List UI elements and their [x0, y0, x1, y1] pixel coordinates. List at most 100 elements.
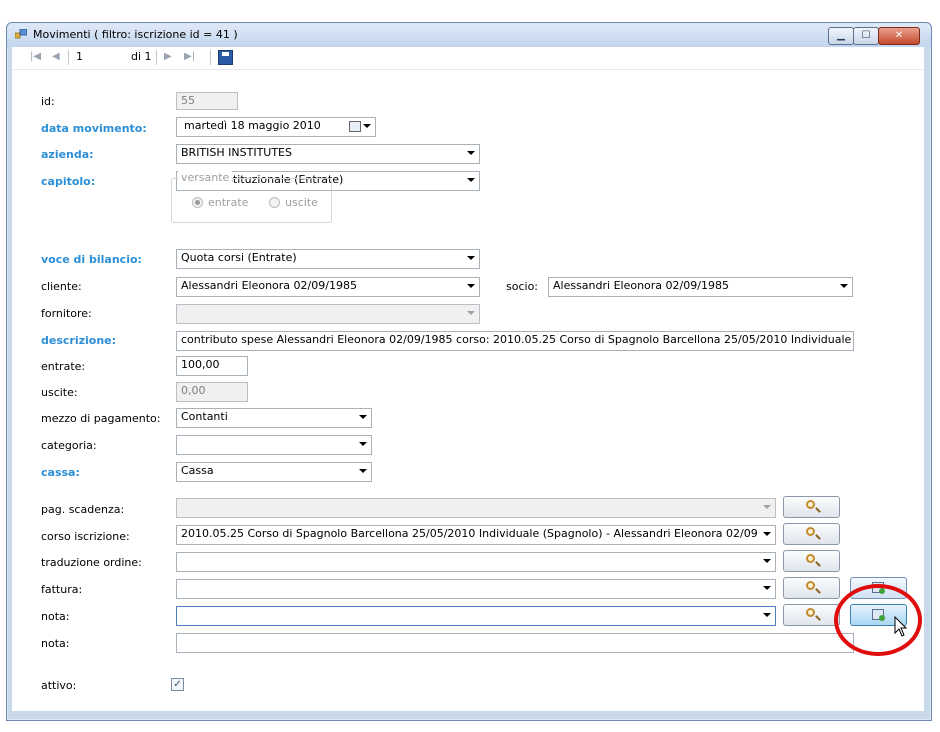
close-icon: ✕ — [894, 30, 904, 41]
maximize-button[interactable]: ☐ — [853, 27, 879, 45]
title-bar[interactable]: Movimenti ( filtro: iscrizione id = 41 )… — [7, 23, 931, 47]
uscite-input: 0,00 — [176, 382, 248, 402]
mezzo-di-pagamento-select[interactable]: Contanti — [176, 408, 372, 428]
descrizione-label: descrizione: — [41, 334, 117, 347]
traduzione-ordine-label: traduzione ordine: — [41, 556, 142, 569]
navigator-toolbar: |◀ ◀ 1 di 1 ▶ ▶| — [12, 47, 924, 70]
voce-di-bilancio-select[interactable]: Quota corsi (Entrate) — [176, 249, 480, 269]
chevron-down-icon — [840, 284, 848, 288]
calendar-icon — [349, 121, 361, 132]
chevron-down-icon — [763, 586, 771, 590]
mezzo-di-pagamento-label: mezzo di pagamento: — [41, 412, 161, 425]
azienda-select[interactable]: BRITISH INSTITUTES — [176, 144, 480, 164]
chevron-down-icon — [359, 415, 367, 419]
cassa-label: cassa: — [41, 466, 80, 479]
entrate-label: entrate: — [41, 360, 86, 373]
record-count-label: di 1 — [131, 50, 152, 63]
data-movimento-value: martedì 18 maggio 2010 — [184, 119, 321, 132]
cliente-value: Alessandri Eleonora 02/09/1985 — [181, 279, 357, 292]
search-icon — [806, 500, 815, 509]
window-title: Movimenti ( filtro: iscrizione id = 41 ) — [33, 28, 238, 41]
search-icon — [806, 608, 815, 617]
nota-label: nota: — [41, 610, 70, 623]
position-input[interactable]: 1 — [72, 49, 124, 65]
highlight-circle — [834, 584, 922, 656]
capitolo-label: capitolo: — [41, 175, 96, 188]
close-button[interactable]: ✕ — [878, 27, 920, 45]
azienda-label: azienda: — [41, 148, 94, 161]
entrate-input[interactable]: 100,00 — [176, 356, 248, 376]
radio-uscite[interactable] — [269, 197, 280, 208]
nota-text-label: nota: — [41, 637, 70, 650]
radio-entrate[interactable] — [192, 197, 203, 208]
socio-label: socio: — [506, 280, 539, 293]
search-icon — [806, 527, 815, 536]
cliente-select[interactable]: Alessandri Eleonora 02/09/1985 — [176, 277, 480, 297]
chevron-down-icon — [763, 613, 771, 617]
id-label: id: — [41, 95, 55, 108]
minimize-icon: ▁ — [837, 30, 845, 41]
chevron-down-icon — [467, 311, 475, 315]
traduzione-ordine-select[interactable] — [176, 552, 776, 572]
toolbar-separator — [68, 50, 69, 65]
chevron-down-icon — [763, 532, 771, 536]
pag-scadenza-search-button[interactable] — [783, 496, 840, 518]
nota-search-button[interactable] — [783, 604, 840, 626]
move-first-icon[interactable]: |◀ — [30, 51, 41, 62]
chevron-down-icon — [763, 505, 771, 509]
save-icon[interactable] — [218, 50, 233, 65]
move-previous-icon[interactable]: ◀ — [52, 51, 60, 62]
corso-iscrizione-label: corso iscrizione: — [41, 530, 130, 543]
chevron-down-icon — [359, 469, 367, 473]
nota-text-input[interactable] — [176, 633, 854, 653]
cassa-value: Cassa — [181, 464, 214, 477]
chevron-down-icon — [467, 151, 475, 155]
move-next-icon[interactable]: ▶ — [164, 51, 172, 62]
fattura-search-button[interactable] — [783, 577, 840, 599]
chevron-down-icon — [467, 178, 475, 182]
data-movimento-picker[interactable]: martedì 18 maggio 2010 — [176, 117, 376, 137]
descrizione-input[interactable]: contributo spese Alessandri Eleonora 02/… — [176, 331, 854, 351]
socio-select[interactable]: Alessandri Eleonora 02/09/1985 — [548, 277, 853, 297]
corso-iscrizione-select[interactable]: 2010.05.25 Corso di Spagnolo Barcellona … — [176, 525, 776, 545]
move-last-icon[interactable]: ▶| — [184, 51, 195, 62]
versante-title: versante — [178, 171, 233, 184]
fornitore-label: fornitore: — [41, 307, 92, 320]
uscite-label: uscite: — [41, 386, 78, 399]
chevron-down-icon — [363, 124, 371, 128]
data-movimento-label: data movimento: — [41, 122, 147, 135]
chevron-down-icon — [467, 284, 475, 288]
voce-di-bilancio-value: Quota corsi (Entrate) — [181, 251, 297, 264]
fornitore-select — [176, 304, 480, 324]
maximize-icon: ☐ — [861, 30, 871, 41]
minimize-button[interactable]: ▁ — [828, 27, 854, 45]
fattura-label: fattura: — [41, 583, 83, 596]
corso-iscrizione-value: 2010.05.25 Corso di Spagnolo Barcellona … — [181, 527, 757, 540]
attivo-label: attivo: — [41, 679, 77, 692]
id-field: 55 — [176, 92, 238, 110]
azienda-value: BRITISH INSTITUTES — [181, 146, 292, 159]
categoria-label: categoria: — [41, 439, 97, 452]
radio-uscite-label: uscite — [285, 196, 318, 209]
attivo-checkbox[interactable]: ✓ — [171, 678, 184, 691]
radio-entrate-label: entrate — [208, 196, 249, 209]
versante-groupbox: versante entrate uscite — [171, 171, 332, 223]
cassa-select[interactable]: Cassa — [176, 462, 372, 482]
mezzo-di-pagamento-value: Contanti — [181, 410, 228, 423]
fattura-select[interactable] — [176, 579, 776, 599]
chevron-down-icon — [359, 442, 367, 446]
voce-di-bilancio-label: voce di bilancio: — [41, 253, 142, 266]
nota-select[interactable] — [176, 606, 776, 626]
socio-value: Alessandri Eleonora 02/09/1985 — [553, 279, 729, 292]
corso-iscrizione-search-button[interactable] — [783, 523, 840, 545]
toolbar-separator — [210, 50, 211, 65]
chevron-down-icon — [467, 256, 475, 260]
categoria-select[interactable] — [176, 435, 372, 455]
traduzione-ordine-search-button[interactable] — [783, 550, 840, 572]
pag-scadenza-label: pag. scadenza: — [41, 503, 125, 516]
toolbar-separator — [156, 50, 157, 65]
form-icon — [15, 29, 27, 39]
search-icon — [806, 554, 815, 563]
chevron-down-icon — [763, 559, 771, 563]
search-icon — [806, 581, 815, 590]
